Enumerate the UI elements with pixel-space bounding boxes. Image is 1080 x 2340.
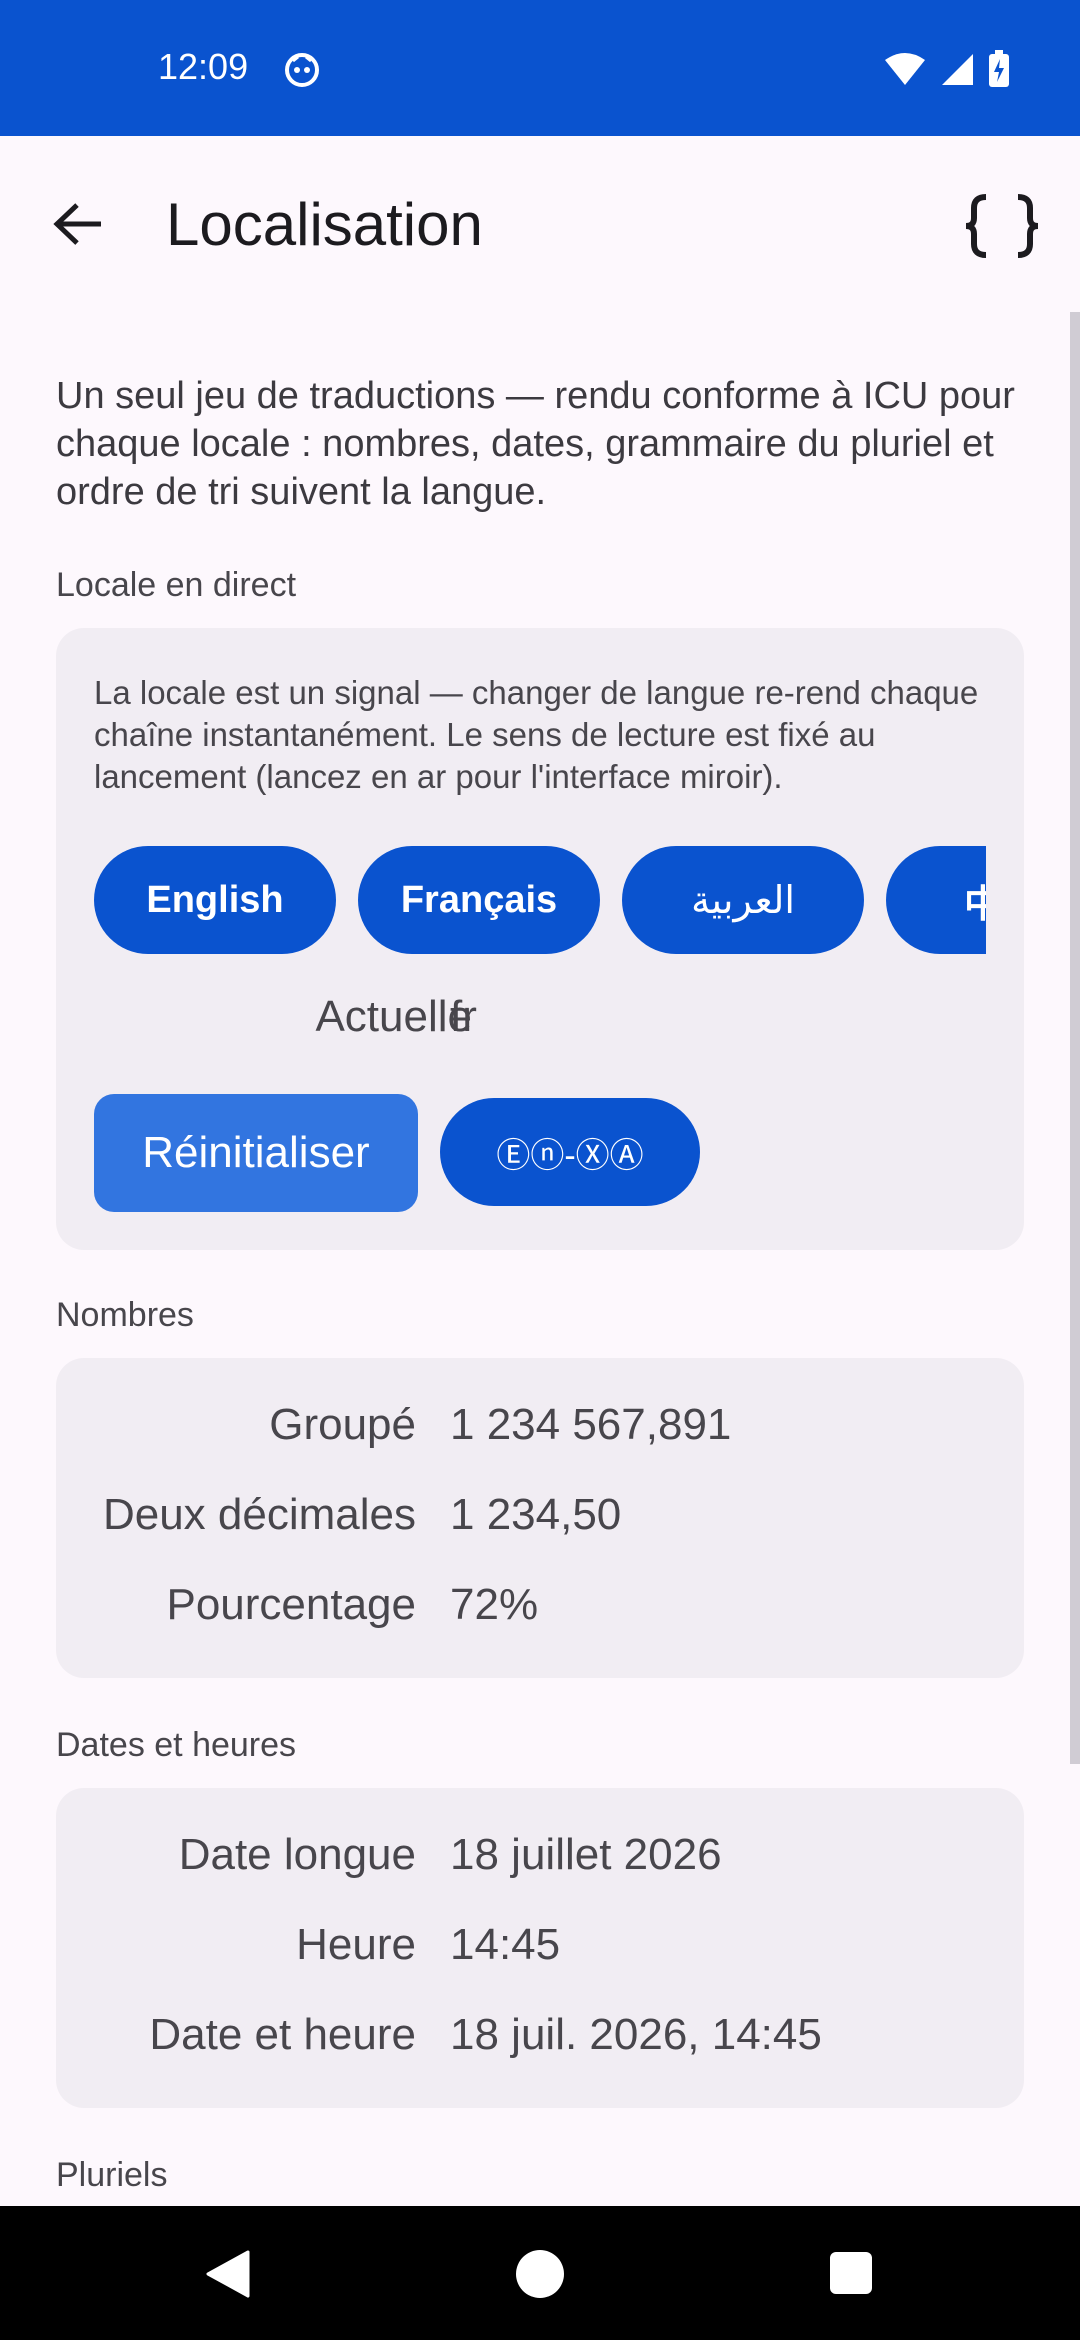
numbers-two-decimals-value: 1 234,50 [450,1490,622,1539]
section-label-numbers: Nombres [56,1296,194,1334]
status-bar: 12:09 [0,0,1080,136]
system-navigation-bar [0,2206,1080,2340]
dates-card: Date longue 18 juillet 2026 Heure 14:45 … [56,1788,1024,2108]
section-label-plurals: Pluriels [56,2156,168,2194]
status-time: 12:09 [158,46,249,87]
section-label-dates: Dates et heures [56,1726,297,1764]
language-chip-french[interactable]: Français [358,846,600,954]
language-chip-english[interactable]: English [94,846,336,954]
nav-home-icon[interactable] [516,2250,564,2298]
nav-back-icon[interactable] [204,2250,250,2298]
back-button[interactable] [40,186,116,262]
dates-datetime-value: 18 juil. 2026, 14:45 [450,2010,822,2059]
language-chip-arabic[interactable]: العربية [622,846,864,954]
wifi-icon [885,53,925,85]
dates-datetime-label: Date et heure [149,2010,416,2059]
dates-time-label: Heure [296,1920,416,1969]
numbers-grouped-value: 1 234 567,891 [450,1400,732,1449]
language-chip-chinese[interactable]: 中 [886,846,986,954]
locale-note: La locale est un signal — changer de lan… [94,674,979,795]
numbers-percent-value: 72% [450,1580,539,1629]
current-locale-label: Actuelle [315,992,472,1041]
arrow-left-icon [53,203,101,245]
dates-long-label: Date longue [178,1830,416,1879]
reset-button[interactable]: Réinitialiser [94,1094,418,1212]
json-view-button[interactable] [960,184,1044,268]
pseudo-locale-button[interactable]: Ⓔⓝ-ⓍⒶ [440,1098,700,1206]
app-notification-icon [285,53,319,87]
language-chip-row[interactable]: English Français العربية 中 [94,844,986,956]
nav-recents-icon[interactable] [830,2252,872,2294]
top-app-bar: Localisation [0,136,1080,312]
intro-text: Un seul jeu de traductions — rendu confo… [56,375,1015,513]
battery-icon [989,50,1009,87]
signal-icon [942,54,973,85]
current-locale-value: fr [450,992,477,1041]
dates-time-value: 14:45 [450,1920,561,1969]
page-title: Localisation [166,191,483,258]
numbers-grouped-label: Groupé [269,1400,416,1449]
scrollbar[interactable] [1070,312,1080,1764]
dates-long-value: 18 juillet 2026 [450,1830,722,1879]
numbers-percent-label: Pourcentage [166,1580,416,1629]
numbers-two-decimals-label: Deux décimales [102,1490,416,1539]
code-braces-icon [965,194,1039,258]
numbers-card: Groupé 1 234 567,891 Deux décimales 1 23… [56,1358,1024,1678]
section-label-live-locale: Locale en direct [56,566,297,604]
live-locale-card: La locale est un signal — changer de lan… [56,628,1024,1250]
